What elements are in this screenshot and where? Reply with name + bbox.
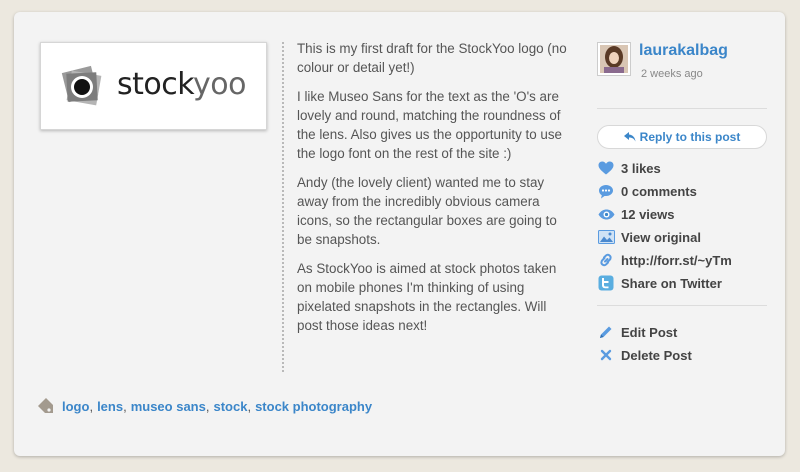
description-paragraph: As StockYoo is aimed at stock photos tak… [297,261,557,333]
close-x-icon [597,347,615,363]
heart-icon [597,160,615,176]
views-count: 12 views [621,206,675,222]
stockyoo-logo-mark [61,65,102,106]
description-paragraph: I like Museo Sans for the text as the 'O… [297,89,563,161]
logo-word-light: yoo [193,67,247,102]
reply-button-label: Reply to this post [639,130,741,144]
comments-count: 0 comments [621,183,697,199]
likes-stat[interactable]: 3 likes [597,158,661,178]
description-paragraph: Andy (the lovely client) wanted me to st… [297,175,557,247]
short-url-link[interactable]: http://forr.st/~yTm [597,250,732,270]
tag-link[interactable]: logo [62,399,89,414]
description-paragraph: This is my first draft for the StockYoo … [297,41,567,75]
divider [597,305,767,306]
tag-icon [36,397,54,415]
logo-word-dark: stock [117,67,194,102]
column-divider [282,42,284,372]
edit-post-label: Edit Post [621,324,678,340]
short-url-label: http://forr.st/~yTm [621,252,732,268]
edit-post-button[interactable]: Edit Post [597,322,677,342]
delete-post-label: Delete Post [621,347,692,363]
tag-link[interactable]: lens [97,399,123,414]
logo-wordmark: stockyoo [117,67,247,102]
eye-icon [597,206,615,222]
view-original-link[interactable]: View original [597,227,701,247]
tag-separator: , [123,398,127,414]
tag-separator: , [247,398,252,414]
tag-link[interactable]: stock photography [255,399,372,414]
share-twitter-label: Share on Twitter [621,275,722,291]
post-image[interactable]: stockyoo [40,42,267,130]
author-username-link[interactable]: laurakalbag [639,42,728,60]
avatar-photo-icon [600,45,628,73]
share-twitter-link[interactable]: Share on Twitter [597,273,722,293]
likes-count: 3 likes [621,160,661,176]
image-icon [597,229,615,245]
post-timestamp: 2 weeks ago [641,68,703,80]
divider [597,108,767,109]
view-original-label: View original [621,229,701,245]
twitter-icon [597,275,615,291]
pencil-icon [597,324,615,340]
tag-list: logo, lens, museo sans, stock, stock pho… [36,397,372,415]
tag-link[interactable]: stock [213,399,247,414]
post-description: This is my first draft for the StockYoo … [297,39,567,345]
avatar[interactable] [597,42,631,76]
delete-post-button[interactable]: Delete Post [597,345,692,365]
link-chain-icon [597,252,615,268]
tag-link[interactable]: museo sans [131,399,206,414]
views-stat: 12 views [597,204,675,224]
tag-separator: , [205,398,210,414]
reply-arrow-icon [623,132,636,142]
comments-stat[interactable]: 0 comments [597,181,697,201]
comment-bubble-icon [597,183,615,199]
reply-button[interactable]: Reply to this post [597,125,767,149]
post-card: stockyoo This is my first draft for the … [14,12,785,456]
tag-separator: , [89,398,94,414]
